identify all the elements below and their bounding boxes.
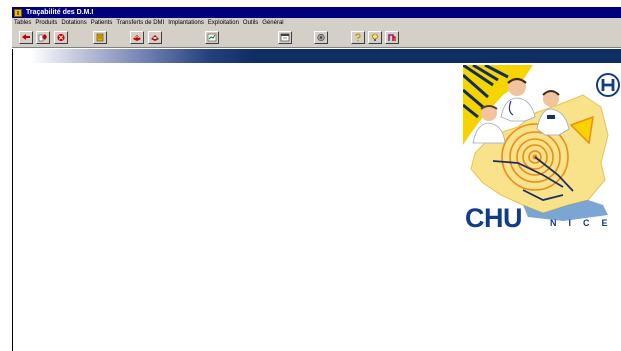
menu-patients[interactable]: Patients xyxy=(91,18,113,28)
print-button[interactable] xyxy=(130,31,144,44)
print-icon xyxy=(133,35,141,41)
window-button[interactable] xyxy=(278,31,292,44)
workspace-border xyxy=(12,49,13,351)
help-icon xyxy=(355,33,361,42)
tip-button[interactable] xyxy=(368,31,382,44)
exit-button[interactable] xyxy=(385,31,399,44)
menu-produits[interactable]: Produits xyxy=(35,18,57,28)
toolbar xyxy=(12,28,621,48)
help-button[interactable] xyxy=(351,31,365,44)
menu-dotations[interactable]: Dotations xyxy=(61,18,86,28)
application-window: Traçabilité des D.M.I Tables Produits Do… xyxy=(0,0,621,351)
chu-brand-text: CHU xyxy=(465,203,523,233)
menu-general[interactable]: Général xyxy=(262,18,283,28)
window-icon xyxy=(280,33,290,42)
delete-record-button[interactable] xyxy=(54,31,68,44)
menu-bar: Tables Produits Dotations Patients Trans… xyxy=(12,18,621,28)
menu-implantations[interactable]: Implantations xyxy=(168,18,204,28)
menu-transferts[interactable]: Transferts de DMI xyxy=(116,18,164,28)
document-icon xyxy=(96,33,104,42)
menu-outils[interactable]: Outils xyxy=(243,18,258,28)
print-preview-icon xyxy=(151,35,159,41)
settings-icon xyxy=(317,33,325,42)
menu-exploitation[interactable]: Exploitation xyxy=(208,18,239,28)
document-button[interactable] xyxy=(93,31,107,44)
delete-record-icon xyxy=(57,33,65,42)
window-title: Traçabilité des D.M.I xyxy=(26,9,94,16)
print-preview-button[interactable] xyxy=(148,31,162,44)
header-gradient-band xyxy=(13,49,621,65)
add-record-button[interactable] xyxy=(19,31,33,44)
add-record-icon xyxy=(22,34,30,40)
edit-record-icon xyxy=(38,34,47,42)
nice-city-text: NICE xyxy=(550,218,620,228)
chart-button[interactable] xyxy=(205,31,219,44)
settings-button[interactable] xyxy=(314,31,328,44)
edit-record-button[interactable] xyxy=(36,31,50,44)
bulb-icon xyxy=(372,33,378,41)
exit-icon xyxy=(388,34,396,41)
menu-tables[interactable]: Tables xyxy=(14,18,31,28)
chart-icon xyxy=(207,33,217,42)
title-bar[interactable]: Traçabilité des D.M.I xyxy=(12,7,621,18)
app-icon[interactable] xyxy=(14,8,22,17)
